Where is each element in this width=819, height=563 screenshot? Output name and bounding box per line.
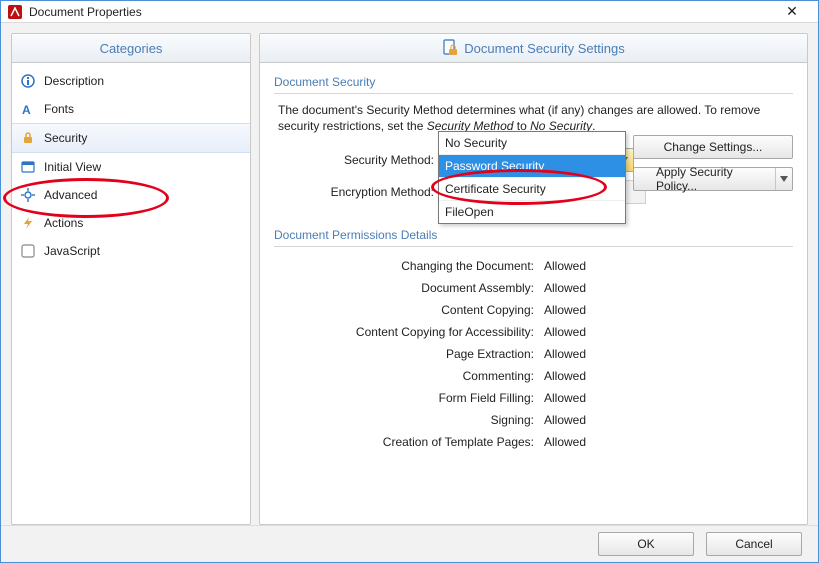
perm-row: Page Extraction:Allowed bbox=[274, 343, 793, 365]
window-title: Document Properties bbox=[29, 5, 772, 19]
settings-header: Document Security Settings bbox=[260, 34, 807, 63]
sidebar-item-description[interactable]: Description bbox=[12, 67, 250, 95]
group-document-security-label: Document Security bbox=[274, 75, 793, 89]
gear-icon bbox=[20, 187, 36, 203]
cancel-button[interactable]: Cancel bbox=[706, 532, 802, 556]
change-settings-button[interactable]: Change Settings... bbox=[633, 135, 793, 159]
categories-header: Categories bbox=[12, 34, 250, 63]
categories-panel: Categories Description A Fonts Security bbox=[11, 33, 251, 525]
sidebar-item-label: Actions bbox=[44, 216, 83, 230]
lock-icon bbox=[20, 130, 36, 146]
perm-row: Commenting:Allowed bbox=[274, 365, 793, 387]
right-button-group: Change Settings... Apply Security Policy… bbox=[633, 135, 793, 191]
permissions-list: Changing the Document:Allowed Document A… bbox=[274, 255, 793, 453]
js-icon bbox=[20, 243, 36, 259]
settings-header-label: Document Security Settings bbox=[464, 41, 624, 56]
app-icon bbox=[7, 4, 23, 20]
settings-body: Document Security The document's Securit… bbox=[260, 63, 807, 453]
security-description: The document's Security Method determine… bbox=[278, 102, 789, 134]
sidebar-item-security[interactable]: Security bbox=[12, 123, 250, 153]
perm-row: Signing:Allowed bbox=[274, 409, 793, 431]
perm-row: Document Assembly:Allowed bbox=[274, 277, 793, 299]
categories-list: Description A Fonts Security Initial Vie… bbox=[12, 63, 250, 269]
sidebar-item-label: JavaScript bbox=[44, 244, 100, 258]
view-icon bbox=[20, 159, 36, 175]
dropdown-option-fileopen[interactable]: FileOpen bbox=[439, 201, 625, 223]
security-method-label: Security Method: bbox=[274, 153, 442, 167]
perm-row: Changing the Document:Allowed bbox=[274, 255, 793, 277]
security-method-dropdown[interactable]: No Security Password Security Certificat… bbox=[438, 131, 626, 224]
sidebar-item-label: Security bbox=[44, 131, 87, 145]
dropdown-option-certificate-security[interactable]: Certificate Security bbox=[439, 178, 625, 201]
font-icon: A bbox=[20, 101, 36, 117]
sidebar-item-label: Description bbox=[44, 74, 104, 88]
sidebar-item-label: Initial View bbox=[44, 160, 101, 174]
close-button[interactable]: ✕ bbox=[772, 3, 812, 20]
perm-row: Creation of Template Pages:Allowed bbox=[274, 431, 793, 453]
document-lock-icon bbox=[442, 39, 458, 57]
chevron-down-icon[interactable] bbox=[775, 168, 792, 190]
perm-row: Content Copying for Accessibility:Allowe… bbox=[274, 321, 793, 343]
divider bbox=[274, 93, 793, 94]
dialog-window: Document Properties ✕ Categories Descrip… bbox=[0, 0, 819, 563]
ok-button[interactable]: OK bbox=[598, 532, 694, 556]
divider bbox=[274, 246, 793, 247]
perm-row: Form Field Filling:Allowed bbox=[274, 387, 793, 409]
perm-row: Content Copying:Allowed bbox=[274, 299, 793, 321]
sidebar-item-label: Fonts bbox=[44, 102, 74, 116]
sidebar-item-javascript[interactable]: JavaScript bbox=[12, 237, 250, 265]
categories-header-label: Categories bbox=[100, 41, 163, 56]
sidebar-item-actions[interactable]: Actions bbox=[12, 209, 250, 237]
info-icon bbox=[20, 73, 36, 89]
sidebar-item-initial-view[interactable]: Initial View bbox=[12, 153, 250, 181]
titlebar: Document Properties ✕ bbox=[1, 1, 818, 23]
encryption-method-label: Encryption Method: bbox=[274, 185, 442, 199]
dropdown-option-password-security[interactable]: Password Security bbox=[439, 155, 625, 178]
sidebar-item-advanced[interactable]: Advanced bbox=[12, 181, 250, 209]
content-area: Categories Description A Fonts Security bbox=[1, 23, 818, 525]
apply-security-policy-button[interactable]: Apply Security Policy... bbox=[633, 167, 793, 191]
sidebar-item-label: Advanced bbox=[44, 188, 97, 202]
dialog-footer: OK Cancel bbox=[1, 525, 818, 562]
svg-text:A: A bbox=[22, 103, 31, 116]
dropdown-option-no-security[interactable]: No Security bbox=[439, 132, 625, 155]
sidebar-item-fonts[interactable]: A Fonts bbox=[12, 95, 250, 123]
settings-panel: Document Security Settings Document Secu… bbox=[259, 33, 808, 525]
group-permissions-label: Document Permissions Details bbox=[274, 228, 793, 242]
bolt-icon bbox=[20, 215, 36, 231]
